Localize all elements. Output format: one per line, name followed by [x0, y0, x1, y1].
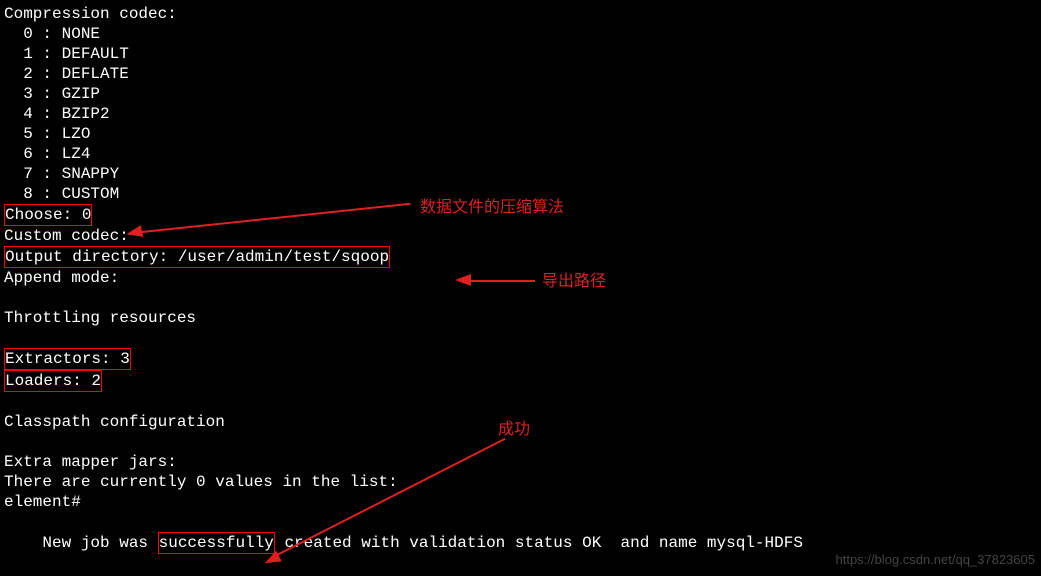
- codec-option: 6 : LZ4: [4, 144, 1041, 164]
- codec-header: Compression codec:: [4, 4, 1041, 24]
- throttling-header: Throttling resources: [4, 308, 1041, 328]
- values-list-line: There are currently 0 values in the list…: [4, 472, 1041, 492]
- anno-export-arrow-head: [455, 274, 471, 286]
- extractors-line: Extractors: 3: [4, 348, 131, 370]
- anno-success-label: 成功: [498, 420, 530, 440]
- codec-option: 4 : BZIP2: [4, 104, 1041, 124]
- choose-line: Choose: 0: [4, 204, 92, 226]
- watermark: https://blog.csdn.net/qq_37823605: [836, 550, 1036, 570]
- anno-compress-label: 数据文件的压缩算法: [420, 198, 564, 218]
- result-success-text: successfully: [158, 532, 275, 554]
- codec-option: 2 : DEFLATE: [4, 64, 1041, 84]
- codec-option: 7 : SNAPPY: [4, 164, 1041, 184]
- anno-export-label: 导出路径: [542, 272, 606, 292]
- loaders-line: Loaders: 2: [4, 370, 102, 392]
- codec-option: 3 : GZIP: [4, 84, 1041, 104]
- blank-line-2: [4, 328, 1041, 348]
- codec-option: 0 : NONE: [4, 24, 1041, 44]
- blank-line-3: [4, 392, 1041, 412]
- extra-jars-line: Extra mapper jars:: [4, 452, 1041, 472]
- blank-line-1: [4, 288, 1041, 308]
- terminal-output: Compression codec: 0 : NONE 1 : DEFAULT …: [4, 4, 1041, 574]
- element-prompt-line: element#: [4, 492, 1041, 512]
- append-mode-line: Append mode:: [4, 268, 1041, 288]
- result-post-text: created with validation status OK and na…: [275, 534, 803, 552]
- output-dir-line: Output directory: /user/admin/test/sqoop: [4, 246, 390, 268]
- result-pre-text: New job was: [42, 534, 157, 552]
- codec-options-list: 0 : NONE 1 : DEFAULT 2 : DEFLATE 3 : GZI…: [4, 24, 1041, 204]
- anno-export-arrow-line: [470, 280, 535, 282]
- codec-option: 1 : DEFAULT: [4, 44, 1041, 64]
- codec-option: 5 : LZO: [4, 124, 1041, 144]
